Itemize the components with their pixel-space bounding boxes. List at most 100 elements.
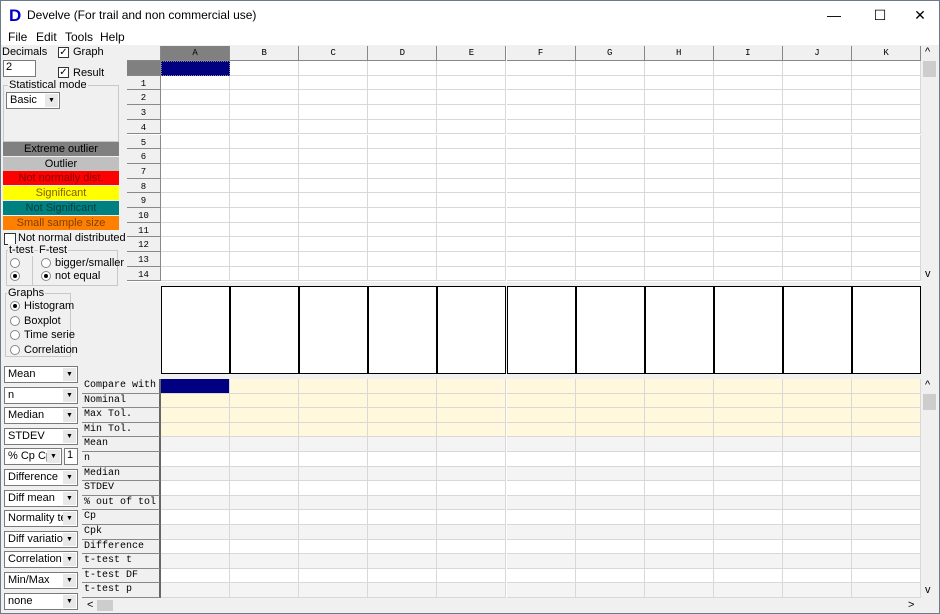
grid-cell[interactable] [230, 134, 300, 150]
grid-cell[interactable] [575, 266, 645, 282]
result-cell[interactable] [161, 452, 231, 467]
result-cell[interactable] [299, 583, 369, 598]
grid-cell[interactable] [575, 208, 645, 223]
row-header[interactable]: 1 [127, 75, 161, 91]
grid-cell[interactable] [161, 222, 231, 238]
result-cell[interactable] [575, 481, 645, 496]
result-cell[interactable] [782, 466, 852, 482]
result-cell[interactable] [161, 422, 231, 438]
result-cell[interactable] [368, 379, 438, 394]
column-header-F[interactable]: F [506, 46, 576, 61]
grid-cell[interactable] [575, 163, 645, 179]
result-cell[interactable] [575, 408, 645, 423]
result-cell[interactable] [230, 583, 300, 598]
statistic-select[interactable]: Min/Max ▼ [4, 572, 78, 589]
statistic-select[interactable]: Normality test ▼ [4, 510, 78, 528]
result-cell[interactable] [161, 379, 231, 394]
grid-cell[interactable] [644, 134, 714, 150]
grid-cell[interactable] [368, 163, 438, 179]
grid-cell[interactable] [782, 105, 852, 120]
result-cell[interactable] [368, 481, 438, 496]
row-header[interactable]: 2 [127, 90, 161, 106]
grid-cell[interactable] [368, 222, 438, 238]
row-header[interactable]: 3 [127, 105, 161, 120]
result-cell[interactable] [230, 568, 300, 584]
grid-cell[interactable] [161, 237, 231, 253]
result-cell[interactable] [852, 422, 921, 438]
grid-cell[interactable] [713, 252, 783, 267]
row-header[interactable]: 6 [127, 149, 161, 164]
result-cell[interactable] [644, 437, 714, 452]
grid-cell[interactable] [299, 75, 369, 91]
result-cell[interactable] [852, 408, 921, 423]
result-cell[interactable] [852, 393, 921, 409]
row-header[interactable] [127, 61, 161, 76]
grid-cell[interactable] [782, 75, 852, 91]
result-cell[interactable] [852, 379, 921, 394]
grid-cell[interactable] [782, 178, 852, 194]
grid-cell[interactable] [506, 105, 576, 120]
result-cell[interactable] [506, 393, 576, 409]
result-cell[interactable] [437, 583, 507, 598]
grid-cell[interactable] [852, 178, 922, 194]
result-cell[interactable] [230, 466, 300, 482]
grid-cell[interactable] [713, 163, 783, 179]
result-cell[interactable] [506, 495, 576, 511]
grid-cell[interactable] [713, 222, 783, 238]
grid-cell[interactable] [782, 134, 852, 150]
column-header-D[interactable]: D [368, 46, 438, 61]
results-horizontal-scrollbar[interactable]: < > [82, 598, 921, 613]
grid-cell[interactable] [230, 90, 300, 106]
grid-cell[interactable] [230, 193, 300, 208]
grid-cell[interactable] [161, 119, 231, 135]
result-cell[interactable] [506, 437, 576, 452]
result-cell[interactable] [644, 379, 714, 394]
grid-cell[interactable] [713, 237, 783, 253]
result-cell[interactable] [506, 525, 576, 540]
result-cell[interactable] [368, 568, 438, 584]
grid-cell[interactable] [437, 178, 507, 194]
grid-cell[interactable] [437, 266, 507, 282]
result-cell[interactable] [437, 466, 507, 482]
grid-cell[interactable] [575, 222, 645, 238]
grid-cell[interactable] [506, 149, 576, 164]
result-cell[interactable] [713, 539, 783, 555]
grid-cell[interactable] [713, 75, 783, 91]
grid-cell[interactable] [230, 266, 300, 282]
grid-cell[interactable] [506, 266, 576, 282]
result-cell[interactable] [782, 422, 852, 438]
grid-cell[interactable] [437, 149, 507, 164]
statistic-select[interactable]: Difference ▼ [4, 469, 78, 486]
row-header[interactable]: 10 [127, 208, 161, 223]
result-cell[interactable] [644, 422, 714, 438]
graph-checkbox[interactable]: ✓ [58, 47, 69, 58]
statistic-select[interactable]: Correlation ▼ [4, 551, 78, 569]
graph-radio-histogram[interactable] [10, 301, 20, 311]
result-cell[interactable] [506, 510, 576, 525]
grid-cell[interactable] [506, 75, 576, 91]
result-cell[interactable] [713, 510, 783, 525]
grid-cell[interactable] [230, 149, 300, 164]
result-cell[interactable] [644, 408, 714, 423]
grid-cell[interactable] [437, 237, 507, 253]
result-cell[interactable] [299, 452, 369, 467]
graph-radio-time-serie[interactable] [10, 330, 20, 340]
result-cell[interactable] [161, 437, 231, 452]
grid-cell[interactable] [506, 208, 576, 223]
grid-cell[interactable] [575, 105, 645, 120]
result-cell[interactable] [575, 510, 645, 525]
grid-cell[interactable] [575, 252, 645, 267]
scroll-left-icon[interactable]: < [87, 599, 93, 611]
grid-cell[interactable] [644, 237, 714, 253]
grid-cell[interactable] [368, 252, 438, 267]
grid-cell[interactable] [161, 266, 231, 282]
maximize-button[interactable]: ☐ [865, 5, 895, 25]
result-cell[interactable] [506, 379, 576, 394]
grid-cell[interactable] [852, 222, 922, 238]
grid-cell[interactable] [368, 237, 438, 253]
menu-tools[interactable]: Tools [65, 30, 93, 44]
grid-cell[interactable] [437, 90, 507, 106]
result-cell[interactable] [368, 495, 438, 511]
result-cell[interactable] [161, 466, 231, 482]
result-cell[interactable] [713, 583, 783, 598]
